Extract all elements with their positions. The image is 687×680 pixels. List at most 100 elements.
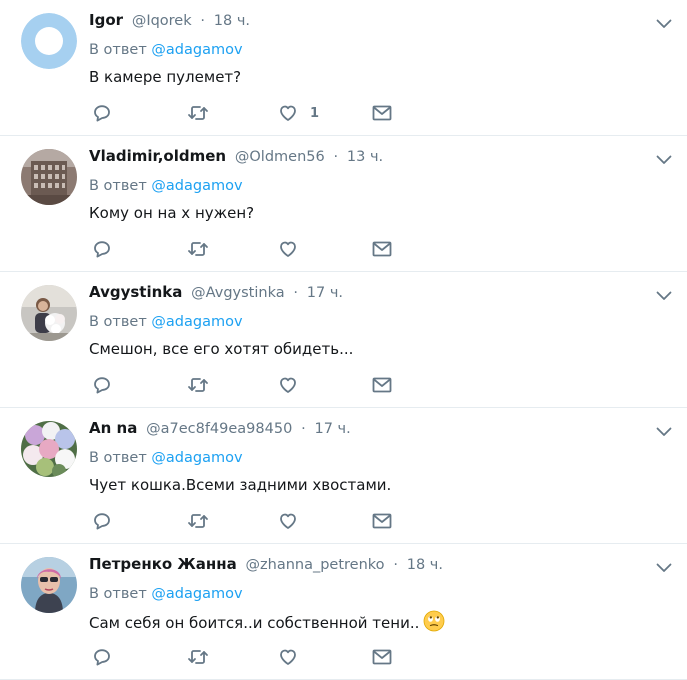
tweet-header: Avgystinka @Avgystinka · 17 ч. <box>89 282 343 303</box>
separator-dot: · <box>333 149 339 165</box>
tweet-actions <box>89 374 409 396</box>
reply-prefix: В ответ <box>89 450 147 466</box>
tweet-text: В камере пулемет? <box>89 68 242 86</box>
retweet-button[interactable] <box>187 102 209 124</box>
heart-icon <box>280 241 296 257</box>
retweet-button[interactable] <box>187 510 209 532</box>
tweet-header: Петренко Жанна @zhanna_petrenko · 18 ч. <box>89 554 443 575</box>
tweet-reply[interactable]: Avgystinka @Avgystinka · 17 ч. В ответ @… <box>0 272 687 408</box>
tweet-text: Кому он на х нужен? <box>89 204 255 222</box>
like-button[interactable]: 1 <box>278 102 319 124</box>
tweet-text-container: Сам себя он боится..и собственной тени.. <box>89 610 445 638</box>
retweet-icon <box>188 242 208 256</box>
reply-context: В ответ @adagamov <box>89 40 243 60</box>
reply-mention-link[interactable]: @adagamov <box>151 42 242 58</box>
reply-button[interactable] <box>92 510 112 532</box>
envelope-icon <box>372 377 392 393</box>
reply-mention-link[interactable]: @adagamov <box>151 314 242 330</box>
tweet-text: Смешон, все его хотят обидеть... <box>89 340 354 358</box>
avatar[interactable] <box>21 149 77 205</box>
tweet-reply[interactable]: Петренко Жанна @zhanna_petrenko · 18 ч. … <box>0 544 687 680</box>
avatar[interactable] <box>21 421 77 477</box>
retweet-icon <box>188 650 208 664</box>
direct-message-button[interactable] <box>372 510 392 532</box>
separator-dot: · <box>393 557 398 573</box>
tweet-header: An na @a7ec8f49ea98450 · 17 ч. <box>89 418 351 439</box>
display-name[interactable]: Петренко Жанна <box>89 555 237 573</box>
user-handle[interactable]: @Oldmen56 <box>235 149 325 165</box>
tweet-actions <box>89 238 409 260</box>
chevron-down-icon[interactable] <box>656 286 672 305</box>
user-handle[interactable]: @Iqorek <box>132 13 192 29</box>
tweet-actions <box>89 646 409 668</box>
avatar[interactable] <box>21 285 77 341</box>
direct-message-button[interactable] <box>372 102 392 124</box>
reply-icon <box>94 513 110 530</box>
timestamp[interactable]: 17 ч. <box>307 285 343 301</box>
separator-dot: · <box>200 13 206 29</box>
chevron-down-icon[interactable] <box>656 14 672 33</box>
reply-prefix: В ответ <box>89 178 147 194</box>
reply-button[interactable] <box>92 646 112 668</box>
timestamp[interactable]: 17 ч. <box>314 421 350 437</box>
direct-message-button[interactable] <box>372 374 392 396</box>
reply-prefix: В ответ <box>89 42 147 58</box>
reply-button[interactable] <box>92 102 112 124</box>
tweet-actions: 1 <box>89 102 409 124</box>
timestamp[interactable]: 18 ч. <box>407 557 443 573</box>
heart-icon <box>280 377 296 393</box>
retweet-icon <box>188 106 208 120</box>
direct-message-button[interactable] <box>372 238 392 260</box>
timestamp[interactable]: 18 ч. <box>214 13 250 29</box>
retweet-icon <box>188 514 208 528</box>
tweet-text: Сам себя он боится..и собственной тени.. <box>89 614 420 632</box>
retweet-icon <box>188 378 208 392</box>
envelope-icon <box>372 513 392 529</box>
reply-button[interactable] <box>92 374 112 396</box>
reply-context: В ответ @adagamov <box>89 312 243 332</box>
like-button[interactable] <box>278 374 310 396</box>
heart-icon <box>280 649 296 665</box>
reply-context: В ответ @adagamov <box>89 584 243 604</box>
reply-mention-link[interactable]: @adagamov <box>151 586 242 602</box>
tweet-reply[interactable]: Vladimir,oldmen @Oldmen56 · 13 ч. В отве… <box>0 136 687 272</box>
tweet-reply[interactable]: An na @a7ec8f49ea98450 · 17 ч. В ответ @… <box>0 408 687 544</box>
like-button[interactable] <box>278 238 310 260</box>
avatar[interactable] <box>21 557 77 613</box>
reply-button[interactable] <box>92 238 112 260</box>
retweet-button[interactable] <box>187 374 209 396</box>
heart-icon <box>280 513 296 529</box>
like-button[interactable] <box>278 646 310 668</box>
tweet-header: Vladimir,oldmen @Oldmen56 · 13 ч. <box>89 146 383 167</box>
reply-context: В ответ @adagamov <box>89 448 243 468</box>
like-button[interactable] <box>278 510 310 532</box>
chevron-down-icon[interactable] <box>656 422 672 441</box>
reply-mention-link[interactable]: @adagamov <box>151 178 242 194</box>
tweet-header: Igor @Iqorek · 18 ч. <box>89 10 250 31</box>
reply-context: В ответ @adagamov <box>89 176 243 196</box>
reply-prefix: В ответ <box>89 314 147 330</box>
direct-message-button[interactable] <box>372 646 392 668</box>
chevron-down-icon[interactable] <box>656 558 672 577</box>
like-count: 1 <box>310 105 320 121</box>
user-handle[interactable]: @a7ec8f49ea98450 <box>146 421 292 437</box>
reply-prefix: В ответ <box>89 586 147 602</box>
envelope-icon <box>372 241 392 257</box>
chevron-down-icon[interactable] <box>656 150 672 169</box>
reply-icon <box>94 241 110 258</box>
display-name[interactable]: Avgystinka <box>89 283 182 301</box>
user-handle[interactable]: @zhanna_petrenko <box>246 557 385 573</box>
retweet-button[interactable] <box>187 238 209 260</box>
user-handle[interactable]: @Avgystinka <box>191 285 284 301</box>
display-name[interactable]: Vladimir,oldmen <box>89 147 226 165</box>
eye-roll-emoji-icon <box>423 610 445 638</box>
reply-mention-link[interactable]: @adagamov <box>151 450 242 466</box>
reply-icon <box>94 377 110 394</box>
display-name[interactable]: An na <box>89 419 137 437</box>
tweet-text: Чует кошка.Всеми задними хвостами. <box>89 476 392 494</box>
display-name[interactable]: Igor <box>89 11 123 29</box>
tweet-reply[interactable]: Igor @Iqorek · 18 ч. В ответ @adagamov В… <box>0 0 687 136</box>
retweet-button[interactable] <box>187 646 209 668</box>
timestamp[interactable]: 13 ч. <box>347 149 383 165</box>
avatar[interactable] <box>21 13 77 69</box>
